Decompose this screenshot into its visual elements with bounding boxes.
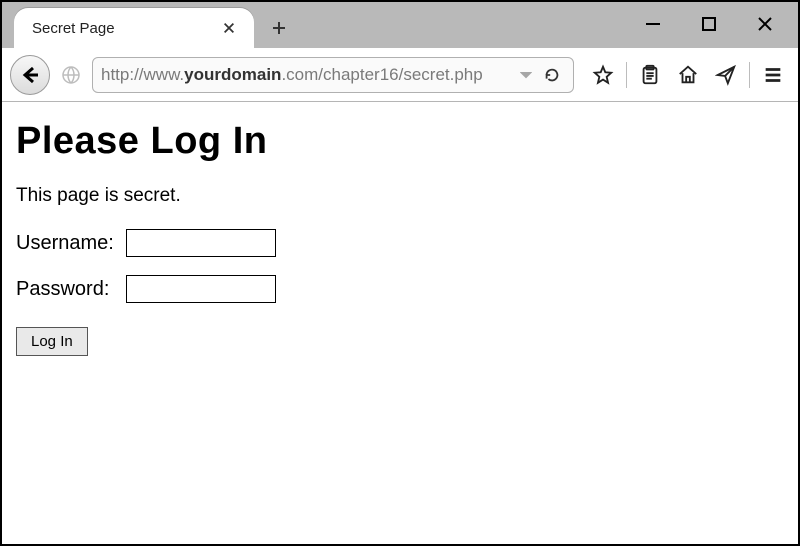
url-prefix: http://www.	[101, 65, 184, 84]
back-button[interactable]	[10, 55, 50, 95]
password-input[interactable]	[126, 275, 276, 303]
minimize-icon	[644, 15, 662, 33]
send-button[interactable]	[709, 58, 743, 92]
site-identity-icon	[60, 64, 82, 86]
home-button[interactable]	[671, 58, 705, 92]
username-row: Username:	[16, 229, 784, 257]
url-domain: yourdomain	[184, 65, 281, 84]
url-suffix: .com/chapter16/secret.php	[281, 65, 482, 84]
menu-button[interactable]	[756, 58, 790, 92]
window-close-button[interactable]	[748, 10, 782, 38]
chevron-down-icon	[520, 69, 532, 81]
bookmark-button[interactable]	[586, 58, 620, 92]
reload-icon	[543, 66, 561, 84]
reading-list-button[interactable]	[633, 58, 667, 92]
url-dropdown-button[interactable]	[517, 66, 535, 84]
page-content: Please Log In This page is secret. Usern…	[2, 102, 798, 366]
close-icon	[222, 21, 236, 35]
toolbar-icons	[586, 58, 790, 92]
browser-toolbar: http://www.yourdomain.com/chapter16/secr…	[2, 48, 798, 102]
password-row: Password:	[16, 275, 784, 303]
new-tab-button[interactable]	[264, 13, 294, 43]
password-label: Password:	[16, 278, 126, 301]
page-intro: This page is secret.	[16, 185, 784, 207]
star-icon	[592, 64, 614, 86]
browser-tab[interactable]: Secret Page	[14, 8, 254, 48]
globe-icon	[61, 65, 81, 85]
page-heading: Please Log In	[16, 120, 784, 163]
window-minimize-button[interactable]	[636, 10, 670, 38]
home-icon	[677, 64, 699, 86]
toolbar-separator	[626, 62, 627, 88]
username-input[interactable]	[126, 229, 276, 257]
paper-plane-icon	[715, 64, 737, 86]
window-maximize-button[interactable]	[692, 10, 726, 38]
tab-title: Secret Page	[32, 20, 218, 37]
reload-button[interactable]	[539, 62, 565, 88]
clipboard-icon	[639, 64, 661, 86]
close-icon	[756, 15, 774, 33]
menu-icon	[762, 64, 784, 86]
login-button[interactable]: Log In	[16, 327, 88, 356]
toolbar-separator	[749, 62, 750, 88]
arrow-left-icon	[20, 65, 40, 85]
plus-icon	[271, 20, 287, 36]
url-text: http://www.yourdomain.com/chapter16/secr…	[101, 65, 511, 85]
titlebar: Secret Page	[2, 2, 798, 48]
window-controls	[626, 6, 792, 42]
address-bar[interactable]: http://www.yourdomain.com/chapter16/secr…	[92, 57, 574, 93]
username-label: Username:	[16, 232, 126, 255]
tab-close-button[interactable]	[218, 17, 240, 39]
maximize-icon	[700, 15, 718, 33]
